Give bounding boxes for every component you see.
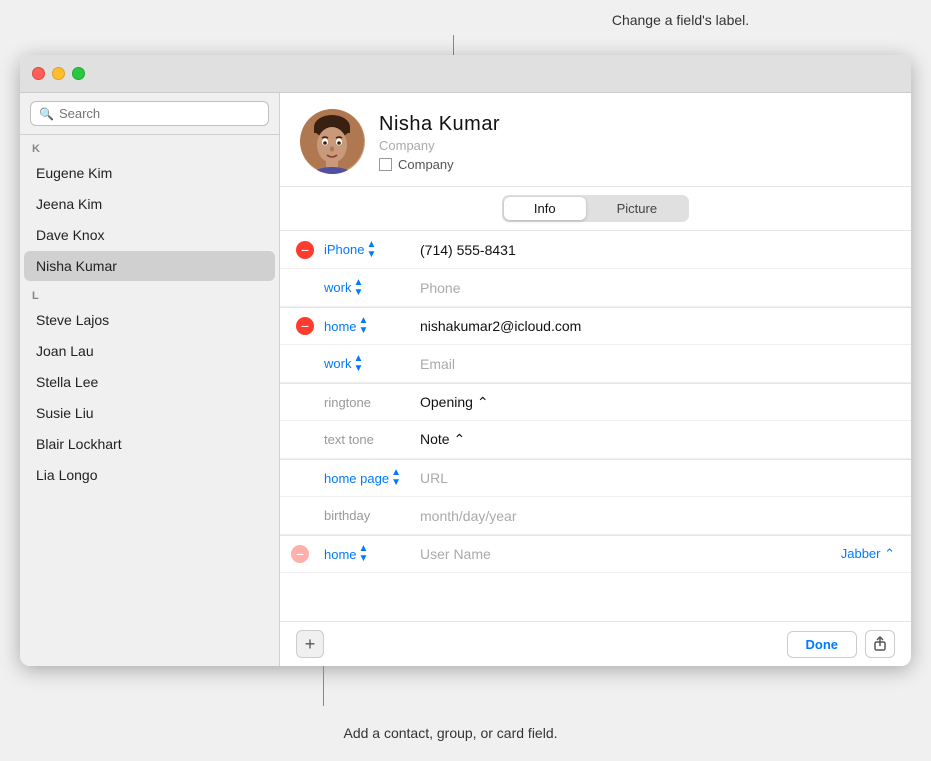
field-value-birthday[interactable]: month/day/year bbox=[420, 508, 895, 524]
field-label-texttone: text tone bbox=[324, 432, 414, 447]
field-row-homepage: home page ▲▼ URL bbox=[280, 459, 911, 497]
tabs-container: Info Picture bbox=[502, 195, 689, 222]
field-label-iphone[interactable]: iPhone ▲▼ bbox=[324, 240, 414, 260]
field-value-ringtone[interactable]: Opening ⌃ bbox=[420, 394, 895, 411]
search-bar: 🔍 bbox=[20, 93, 279, 135]
remove-jabber-button[interactable]: − bbox=[291, 545, 309, 563]
field-value-work-phone[interactable]: Phone bbox=[420, 280, 895, 296]
traffic-lights bbox=[32, 67, 85, 80]
stepper-homepage-icon: ▲▼ bbox=[391, 468, 401, 488]
field-row-iphone: − iPhone ▲▼ (714) 555-8431 bbox=[280, 231, 911, 269]
field-sublabel-jabber[interactable]: Jabber ⌃ bbox=[841, 546, 895, 562]
done-button[interactable]: Done bbox=[787, 631, 858, 658]
contact-item-nisha-kumar[interactable]: Nisha Kumar bbox=[24, 251, 275, 281]
stepper-iphone-icon: ▲▼ bbox=[366, 240, 376, 260]
section-header-l: L bbox=[20, 282, 279, 304]
contacts-window: 🔍 K Eugene Kim Jeena Kim Dave Knox Nisha… bbox=[20, 55, 911, 666]
main-content: 🔍 K Eugene Kim Jeena Kim Dave Knox Nisha… bbox=[20, 93, 911, 666]
field-row-texttone: text tone Note ⌃ bbox=[280, 421, 911, 459]
field-label-jabber[interactable]: home ▲▼ bbox=[324, 544, 414, 564]
field-row-ringtone: ringtone Opening ⌃ bbox=[280, 383, 911, 421]
field-value-homepage[interactable]: URL bbox=[420, 470, 895, 486]
contact-item-steve-lajos[interactable]: Steve Lajos bbox=[24, 305, 275, 335]
remove-home-email-button[interactable]: − bbox=[296, 317, 314, 335]
stepper-work-phone-icon: ▲▼ bbox=[353, 278, 363, 298]
field-value-jabber-username[interactable]: User Name bbox=[420, 546, 833, 562]
remove-iphone-button[interactable]: − bbox=[296, 241, 314, 259]
field-row-birthday: birthday month/day/year bbox=[280, 497, 911, 535]
field-value-iphone[interactable]: (714) 555-8431 bbox=[420, 242, 895, 258]
field-row-home-email: − home ▲▼ nishakumar2@icloud.com bbox=[280, 307, 911, 345]
add-field-button[interactable]: + bbox=[296, 630, 324, 658]
bottom-toolbar: + Done bbox=[280, 621, 911, 666]
minimize-button[interactable] bbox=[52, 67, 65, 80]
field-value-work-email[interactable]: Email bbox=[420, 356, 895, 372]
contact-list: K Eugene Kim Jeena Kim Dave Knox Nisha K… bbox=[20, 135, 279, 666]
share-icon bbox=[872, 636, 888, 652]
field-label-homepage[interactable]: home page ▲▼ bbox=[324, 468, 414, 488]
detail-panel: Nisha Kumar Company Company Info Picture bbox=[280, 93, 911, 666]
field-label-birthday: birthday bbox=[324, 508, 414, 523]
sidebar: 🔍 K Eugene Kim Jeena Kim Dave Knox Nisha… bbox=[20, 93, 280, 666]
contact-item-eugene-kim[interactable]: Eugene Kim bbox=[24, 158, 275, 188]
stepper-home-email-icon: ▲▼ bbox=[359, 316, 369, 336]
field-value-home-email[interactable]: nishakumar2@icloud.com bbox=[420, 318, 895, 334]
tabs-row: Info Picture bbox=[280, 187, 911, 231]
contact-company-placeholder: Company bbox=[379, 138, 500, 153]
remove-jabber-area: − bbox=[296, 545, 314, 563]
tab-picture[interactable]: Picture bbox=[587, 197, 687, 220]
tab-info[interactable]: Info bbox=[504, 197, 586, 220]
stepper-jabber-icon: ▲▼ bbox=[359, 544, 369, 564]
contact-item-jeena-kim[interactable]: Jeena Kim bbox=[24, 189, 275, 219]
contact-item-blair-lockhart[interactable]: Blair Lockhart bbox=[24, 429, 275, 459]
title-bar bbox=[20, 55, 911, 93]
company-checkbox[interactable] bbox=[379, 158, 392, 171]
search-input[interactable] bbox=[59, 106, 260, 121]
contact-full-name: Nisha Kumar bbox=[379, 113, 500, 136]
contact-name-block: Nisha Kumar Company Company bbox=[379, 113, 500, 172]
field-label-work-phone[interactable]: work ▲▼ bbox=[324, 278, 414, 298]
fields-area: − iPhone ▲▼ (714) 555-8431 work ▲▼ bbox=[280, 231, 911, 621]
contact-item-lia-longo[interactable]: Lia Longo bbox=[24, 460, 275, 490]
contact-item-stella-lee[interactable]: Stella Lee bbox=[24, 367, 275, 397]
contact-header: Nisha Kumar Company Company bbox=[280, 93, 911, 187]
search-icon: 🔍 bbox=[39, 107, 54, 121]
company-label: Company bbox=[398, 157, 454, 172]
share-button[interactable] bbox=[865, 630, 895, 658]
contact-item-dave-knox[interactable]: Dave Knox bbox=[24, 220, 275, 250]
field-label-work-email[interactable]: work ▲▼ bbox=[324, 354, 414, 374]
section-header-k: K bbox=[20, 135, 279, 157]
stepper-work-email-icon: ▲▼ bbox=[353, 354, 363, 374]
avatar bbox=[300, 109, 365, 174]
annotation-line-bottom bbox=[323, 666, 324, 706]
field-row-work-phone: work ▲▼ Phone bbox=[280, 269, 911, 307]
search-wrapper: 🔍 bbox=[30, 101, 269, 126]
field-row-jabber: − home ▲▼ User Name Jabber ⌃ bbox=[280, 535, 911, 573]
company-checkbox-row: Company bbox=[379, 157, 500, 172]
contact-item-susie-liu[interactable]: Susie Liu bbox=[24, 398, 275, 428]
field-label-ringtone: ringtone bbox=[324, 395, 414, 410]
annotation-top: Change a field's label. bbox=[450, 12, 911, 28]
close-button[interactable] bbox=[32, 67, 45, 80]
contact-item-joan-lau[interactable]: Joan Lau bbox=[24, 336, 275, 366]
field-value-texttone[interactable]: Note ⌃ bbox=[420, 431, 895, 448]
annotation-bottom: Add a contact, group, or card field. bbox=[270, 725, 631, 741]
field-row-work-email: work ▲▼ Email bbox=[280, 345, 911, 383]
maximize-button[interactable] bbox=[72, 67, 85, 80]
field-label-home-email[interactable]: home ▲▼ bbox=[324, 316, 414, 336]
